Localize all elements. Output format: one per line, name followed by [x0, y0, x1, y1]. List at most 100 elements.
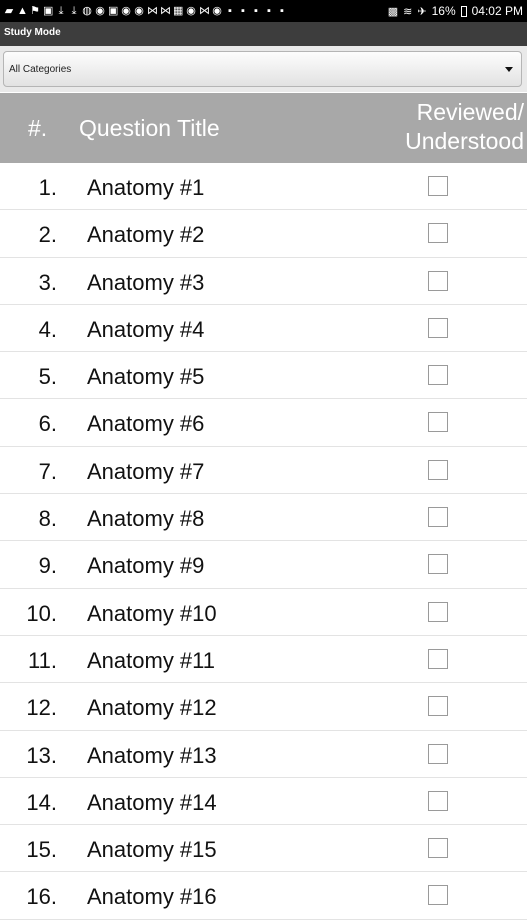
column-question-title: Question Title — [79, 115, 220, 141]
table-row[interactable]: 16. Anatomy #16 — [0, 872, 527, 920]
table-header: #. Question Title Reviewed/ Understood — [0, 93, 527, 163]
chevron-down-icon — [505, 67, 513, 72]
reviewed-checkbox[interactable] — [428, 648, 448, 669]
reviewed-checkbox[interactable] — [428, 176, 448, 196]
question-title[interactable]: Anatomy #15 — [87, 837, 217, 863]
notification-icon: ▰ — [4, 5, 14, 17]
question-title[interactable]: Anatomy #8 — [87, 506, 204, 532]
question-number: 15. — [26, 837, 57, 863]
table-row[interactable]: 14. Anatomy #14 — [0, 778, 527, 826]
question-title[interactable]: Anatomy #3 — [87, 270, 204, 296]
notification-icon: ▪ — [254, 5, 258, 17]
table-row[interactable]: 13. Anatomy #13 — [0, 731, 527, 778]
notification-icon: ▣ — [108, 5, 119, 17]
reviewed-checkbox[interactable] — [428, 696, 448, 717]
reviewed-checkbox[interactable] — [428, 554, 448, 575]
table-row[interactable]: 8. Anatomy #8 — [0, 494, 527, 542]
question-title[interactable]: Anatomy #12 — [87, 695, 217, 721]
column-reviewed: Reviewed/ Understood — [405, 98, 524, 156]
table-row[interactable]: 10. Anatomy #10 — [0, 589, 527, 636]
notification-icon: ▪ — [280, 5, 284, 17]
table-row[interactable]: 12. Anatomy #12 — [0, 683, 527, 731]
question-number: 9. — [38, 553, 57, 579]
question-title[interactable]: Anatomy #6 — [87, 411, 204, 437]
reviewed-checkbox[interactable] — [428, 412, 448, 433]
question-title[interactable]: Anatomy #10 — [87, 601, 217, 627]
category-selected: All Categories — [9, 64, 72, 75]
question-number: 5. — [38, 364, 57, 390]
table-row[interactable]: 7. Anatomy #7 — [0, 447, 527, 495]
app-title: Study Mode — [4, 27, 61, 38]
question-number: 4. — [38, 316, 57, 342]
reviewed-checkbox[interactable] — [428, 459, 448, 480]
filter-area: All Categories — [0, 46, 527, 92]
notification-icon: ◉ — [95, 5, 105, 17]
reviewed-checkbox[interactable] — [428, 885, 448, 906]
app-title-bar: Study Mode — [0, 22, 527, 46]
status-bar: ▰ ▲ ⚑ ▣ ⤓ ⤓ ◍ ◉ ▣ ◉ ◉ ⋈ ⋈ ▦ ◉ ⋈ ◉ ▪ ▪ ▪ ▪ ▪ ▩ ≋ ✈ 16% 04:02 P… — [0, 0, 527, 22]
table-row[interactable]: 6. Anatomy #6 — [0, 399, 527, 447]
notification-icons: ▰ ▲ ⚑ ▣ ⤓ ⤓ ◍ ◉ ▣ ◉ ◉ ⋈ ⋈ ▦ ◉ ⋈ ◉ ▪ ▪ ▪ ▪ ▪ — [0, 6, 287, 17]
column-reviewed-line1: Reviewed/ — [416, 99, 524, 125]
table-row[interactable]: 11. Anatomy #11 — [0, 636, 527, 684]
question-title[interactable]: Anatomy #11 — [87, 648, 215, 674]
reviewed-checkbox[interactable] — [428, 743, 448, 764]
table-row[interactable]: 3. Anatomy #3 — [0, 258, 527, 305]
question-number: 2. — [38, 222, 57, 248]
question-title[interactable]: Anatomy #13 — [87, 743, 217, 769]
table-row[interactable]: 15. Anatomy #15 — [0, 825, 527, 873]
table-row[interactable]: 9. Anatomy #9 — [0, 541, 527, 589]
question-title[interactable]: Anatomy #1 — [87, 175, 204, 201]
notification-icon: ▪ — [228, 5, 232, 17]
table-row[interactable]: 4. Anatomy #4 — [0, 305, 527, 353]
question-title[interactable]: Anatomy #14 — [87, 790, 217, 816]
question-number: 14. — [26, 789, 57, 815]
notification-icon: ◉ — [186, 5, 196, 17]
battery-percent: 16% — [431, 4, 456, 18]
question-title[interactable]: Anatomy #7 — [87, 459, 204, 485]
battery-icon — [460, 5, 467, 17]
question-title[interactable]: Anatomy #2 — [87, 222, 204, 248]
reviewed-checkbox[interactable] — [428, 601, 448, 622]
notification-icon: ⋈ — [160, 5, 171, 17]
reviewed-checkbox[interactable] — [428, 223, 448, 244]
question-number: 10. — [26, 600, 57, 626]
question-title[interactable]: Anatomy #5 — [87, 364, 204, 390]
table-row[interactable]: 2. Anatomy #2 — [0, 210, 527, 258]
question-list: 1. Anatomy #1 2. Anatomy #2 3. Anatomy #3 4. An… — [0, 163, 527, 920]
question-number: 6. — [38, 411, 57, 437]
column-reviewed-line2: Understood — [405, 128, 524, 154]
notification-icon: ◉ — [134, 5, 144, 17]
notification-icon: ▪ — [241, 5, 245, 17]
question-number: 13. — [26, 742, 57, 768]
notification-icon: ⚑ — [30, 5, 40, 17]
airplane-icon: ✈ — [417, 5, 427, 18]
question-title[interactable]: Anatomy #4 — [87, 317, 204, 343]
notification-icon: ⋈ — [147, 5, 158, 17]
notification-icon: ▦ — [173, 5, 184, 17]
notification-icon: ▣ — [43, 5, 54, 17]
reviewed-checkbox[interactable] — [428, 270, 448, 291]
reviewed-checkbox[interactable] — [428, 365, 448, 386]
status-right: ▩ ≋ ✈ 16% 04:02 PM — [388, 4, 527, 18]
notification-icon: ◉ — [212, 5, 222, 17]
reviewed-checkbox[interactable] — [428, 790, 448, 811]
question-title[interactable]: Anatomy #9 — [87, 553, 204, 579]
nfc-icon: ▩ — [387, 5, 399, 18]
question-number: 8. — [38, 506, 57, 532]
reviewed-checkbox[interactable] — [428, 317, 448, 338]
question-number: 1. — [38, 175, 57, 200]
question-number: 12. — [26, 695, 57, 721]
question-number: 16. — [26, 884, 57, 910]
notification-icon: ▪ — [267, 5, 271, 17]
table-row[interactable]: 5. Anatomy #5 — [0, 352, 527, 400]
question-number: 3. — [38, 269, 57, 295]
reviewed-checkbox[interactable] — [428, 838, 448, 859]
question-title[interactable]: Anatomy #16 — [87, 884, 217, 910]
column-number: #. — [28, 115, 48, 141]
reviewed-checkbox[interactable] — [428, 507, 448, 528]
question-number: 7. — [38, 458, 57, 484]
wifi-icon: ≋ — [403, 5, 413, 18]
category-dropdown[interactable]: All Categories — [3, 51, 522, 87]
table-row[interactable]: 1. Anatomy #1 — [0, 163, 527, 211]
